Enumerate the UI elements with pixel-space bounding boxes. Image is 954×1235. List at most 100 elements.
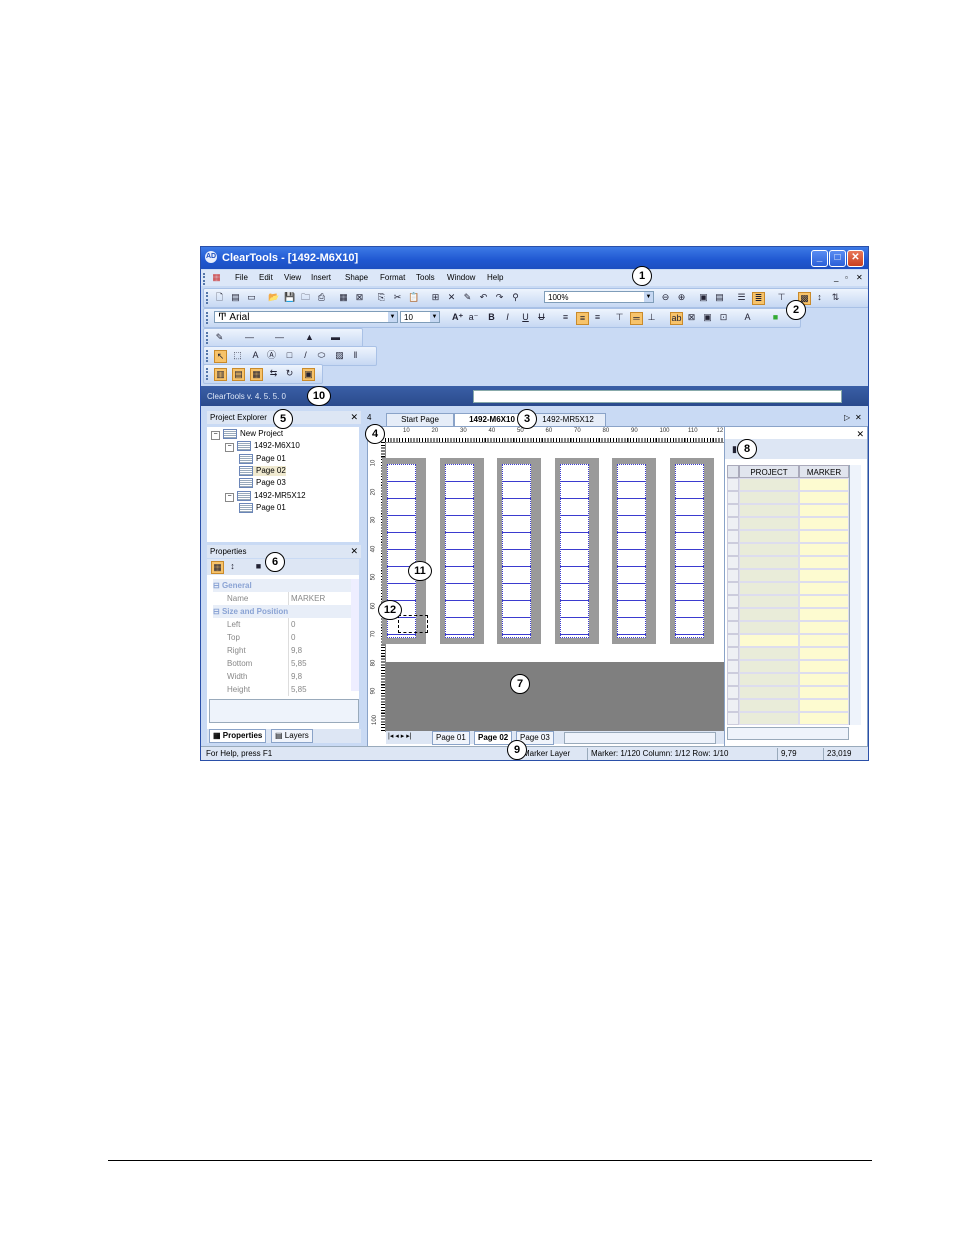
collapse-icon[interactable]: − bbox=[225, 492, 234, 502]
select-all-icon[interactable]: ⊞ bbox=[430, 292, 441, 303]
mdi-restore-icon[interactable]: ▫ bbox=[845, 273, 848, 282]
menu-tools[interactable]: Tools bbox=[416, 273, 435, 282]
project-cell[interactable] bbox=[739, 491, 799, 504]
bold-icon[interactable]: B bbox=[486, 312, 497, 323]
tree-node[interactable]: − 1492-MR5X12 bbox=[225, 490, 306, 502]
maximize-button[interactable]: □ bbox=[829, 250, 846, 267]
new-page-icon[interactable]: ▭ bbox=[246, 292, 257, 303]
menu-edit[interactable]: Edit bbox=[259, 273, 273, 282]
copy-icon[interactable]: ⎘ bbox=[376, 292, 387, 303]
menu-shape[interactable]: Shape bbox=[345, 273, 368, 282]
fill-color-icon[interactable]: ■ bbox=[770, 312, 781, 323]
column-header-marker[interactable]: MARKER bbox=[799, 465, 849, 478]
layout-1-icon[interactable]: ▥ bbox=[214, 368, 227, 381]
border-icon[interactable]: ▬ bbox=[330, 332, 341, 343]
project-cell[interactable] bbox=[739, 530, 799, 543]
print-icon[interactable]: ⎙ bbox=[316, 292, 327, 303]
line-width-icon[interactable]: — bbox=[274, 332, 285, 343]
tree-node[interactable]: Page 02 bbox=[239, 465, 286, 476]
underline-icon[interactable]: U bbox=[520, 312, 531, 323]
fit-page-icon[interactable]: ▣ bbox=[698, 292, 709, 303]
italic-icon[interactable]: I bbox=[502, 312, 513, 323]
project-cell[interactable] bbox=[739, 647, 799, 660]
label-strip[interactable] bbox=[612, 458, 656, 644]
page-tab-02[interactable]: Page 02 bbox=[474, 731, 513, 745]
marker-grid[interactable] bbox=[444, 464, 474, 638]
menu-file[interactable]: File bbox=[235, 273, 248, 282]
project-cell[interactable] bbox=[739, 608, 799, 621]
property-row[interactable]: Height 5,85 bbox=[221, 683, 351, 696]
tab-1492-mr5x12[interactable]: 1492-MR5X12 bbox=[530, 413, 606, 426]
textbox-icon[interactable]: ab bbox=[670, 312, 683, 325]
property-value[interactable]: 0 bbox=[288, 618, 351, 631]
detail-view-icon[interactable]: ≣ bbox=[752, 292, 765, 305]
marker-cell[interactable] bbox=[799, 569, 849, 582]
marker-cell[interactable] bbox=[799, 504, 849, 517]
new-icon[interactable]: 🗋 bbox=[214, 292, 225, 303]
save-icon[interactable]: ■ bbox=[253, 561, 264, 572]
zoom-out-icon[interactable]: ⊖ bbox=[660, 292, 671, 303]
font-combo[interactable]: Ͳ Arial ▼ bbox=[214, 311, 398, 323]
property-value[interactable]: 9,8 bbox=[288, 670, 351, 683]
excel-icon[interactable]: ⊠ bbox=[354, 292, 365, 303]
align-right-icon[interactable]: ≡ bbox=[592, 312, 603, 323]
find-icon[interactable]: ⚲ bbox=[510, 292, 521, 303]
tree-node[interactable]: − 1492-M6X10 bbox=[225, 441, 300, 453]
page-tab-01[interactable]: Page 01 bbox=[432, 731, 470, 745]
fill-bucket-icon[interactable]: ▲ bbox=[304, 332, 315, 343]
align-left-icon[interactable]: ≡ bbox=[560, 312, 571, 323]
alphabetical-icon[interactable]: ↕ bbox=[227, 561, 238, 572]
row-header[interactable] bbox=[727, 491, 739, 504]
project-cell[interactable] bbox=[739, 582, 799, 595]
redo-icon[interactable]: ↷ bbox=[494, 292, 505, 303]
row-header[interactable] bbox=[727, 660, 739, 673]
column-header-project[interactable]: PROJECT bbox=[739, 465, 799, 478]
rectangle-icon[interactable]: □ bbox=[284, 350, 295, 361]
mdi-close-icon[interactable]: ✕ bbox=[856, 273, 863, 282]
save-icon[interactable]: 💾 bbox=[284, 292, 295, 303]
marker-cell[interactable] bbox=[799, 712, 849, 725]
barcode-icon[interactable]: ‖ bbox=[350, 350, 361, 361]
fit-width-icon[interactable]: ▤ bbox=[714, 292, 725, 303]
menu-insert[interactable]: Insert bbox=[311, 273, 331, 282]
close-icon[interactable]: ✕ bbox=[350, 545, 358, 558]
marker-cell[interactable] bbox=[799, 686, 849, 699]
cut-icon[interactable]: ✂ bbox=[392, 292, 403, 303]
project-cell[interactable] bbox=[739, 621, 799, 634]
property-row[interactable]: Top 0 bbox=[221, 631, 351, 644]
tree-node[interactable]: Page 01 bbox=[239, 502, 286, 513]
marker-cell[interactable] bbox=[799, 608, 849, 621]
hierarchy-icon[interactable]: ⊤ bbox=[776, 292, 787, 303]
row-header[interactable] bbox=[727, 608, 739, 621]
collapse-icon[interactable]: ⊟ bbox=[213, 581, 222, 590]
row-header[interactable] bbox=[727, 517, 739, 530]
toolbar-grip[interactable] bbox=[206, 350, 210, 362]
toolbar-grip[interactable] bbox=[206, 292, 210, 304]
chevron-down-icon[interactable]: ▼ bbox=[430, 312, 439, 322]
command-input[interactable] bbox=[473, 390, 842, 403]
row-header[interactable] bbox=[727, 530, 739, 543]
marker-cell[interactable] bbox=[799, 621, 849, 634]
label-canvas[interactable] bbox=[382, 443, 724, 732]
tab-layers[interactable]: ▤ Layers bbox=[271, 729, 313, 743]
marker-cell[interactable] bbox=[799, 699, 849, 712]
marker-grid[interactable] bbox=[559, 464, 589, 638]
marker-cell[interactable] bbox=[799, 634, 849, 647]
pointer-icon[interactable]: ↖ bbox=[214, 350, 227, 363]
row-header[interactable] bbox=[727, 478, 739, 491]
shrink-font-icon[interactable]: a⁻ bbox=[468, 312, 479, 323]
project-cell[interactable] bbox=[739, 673, 799, 686]
project-cell[interactable] bbox=[739, 569, 799, 582]
tree-node[interactable]: Page 03 bbox=[239, 478, 286, 489]
delete-icon[interactable]: ✕ bbox=[446, 292, 457, 303]
vertical-scrollbar[interactable] bbox=[849, 465, 861, 725]
marker-cell[interactable] bbox=[799, 660, 849, 673]
toolbar-grip[interactable] bbox=[206, 332, 210, 344]
swap-icon[interactable]: ⇆ bbox=[268, 368, 279, 379]
property-row[interactable]: Bottom 5,85 bbox=[221, 657, 351, 670]
line-style-icon[interactable]: — bbox=[244, 332, 255, 343]
project-cell[interactable] bbox=[739, 634, 799, 647]
row-header[interactable] bbox=[727, 556, 739, 569]
properties-scrollbar[interactable] bbox=[351, 579, 359, 691]
row-header[interactable] bbox=[727, 699, 739, 712]
